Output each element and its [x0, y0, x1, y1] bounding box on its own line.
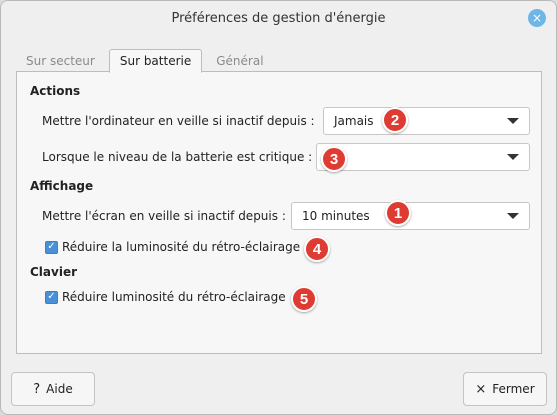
close-button-label: Fermer [492, 382, 535, 396]
close-icon: × [475, 381, 487, 397]
annotation-badge-2: 2 [382, 107, 408, 133]
checkmark-icon: ✓ [47, 291, 56, 302]
chevron-down-icon [507, 154, 519, 160]
tab-label: Sur batterie [119, 54, 192, 68]
close-button[interactable]: × Fermer [463, 372, 547, 406]
title-bar: Préférences de gestion d'énergie × [1, 1, 556, 35]
tab-sur-batterie[interactable]: Sur batterie [108, 49, 203, 73]
reduce-brightness-checkbox-row[interactable]: ✓ Réduire la luminosité du rétro-éclaira… [45, 240, 300, 254]
tab-label: Sur secteur [26, 54, 95, 68]
battery-critical-label: Lorsque le niveau de la batterie est cri… [42, 150, 313, 164]
battery-critical-dropdown[interactable] [316, 143, 530, 171]
annotation-badge-4: 4 [304, 236, 330, 262]
reduce-backlight-label: Réduire luminosité du rétro-éclairage [62, 290, 286, 304]
annotation-badge-1: 1 [385, 200, 411, 226]
reduce-brightness-label: Réduire la luminosité du rétro-éclairage [62, 240, 301, 254]
sleep-inactive-dropdown[interactable]: Jamais [323, 107, 530, 135]
battery-settings-panel: Actions Mettre l'ordinateur en veille si… [16, 71, 542, 354]
sleep-inactive-value: Jamais [334, 114, 374, 128]
power-preferences-window: Préférences de gestion d'énergie × Sur s… [0, 0, 557, 415]
help-button[interactable]: ? Aide [11, 372, 95, 406]
reduce-brightness-checkbox[interactable]: ✓ [45, 240, 58, 254]
annotation-badge-3: 3 [321, 146, 347, 172]
chevron-down-icon [507, 118, 519, 124]
annotation-badge-5: 5 [291, 286, 317, 312]
tab-general[interactable]: Général [206, 50, 273, 72]
tab-label: Général [216, 54, 264, 68]
section-title-display: Affichage [30, 179, 94, 193]
help-button-label: Aide [46, 382, 73, 396]
window-close-button[interactable]: × [528, 9, 546, 27]
reduce-backlight-checkbox-row[interactable]: ✓ Réduire luminosité du rétro-éclairage [45, 290, 286, 304]
window-title: Préférences de gestion d'énergie [171, 10, 386, 26]
chevron-down-icon [507, 213, 519, 219]
tab-sur-secteur[interactable]: Sur secteur [16, 50, 105, 72]
reduce-backlight-checkbox[interactable]: ✓ [45, 290, 58, 304]
section-title-actions: Actions [30, 84, 81, 98]
sleep-inactive-label: Mettre l'ordinateur en veille si inactif… [42, 114, 315, 128]
screen-sleep-label: Mettre l'écran en veille si inactif depu… [42, 209, 286, 223]
tab-bar: Sur secteur Sur batterie Général [16, 48, 278, 73]
checkmark-icon: ✓ [47, 241, 56, 252]
screen-sleep-value: 10 minutes [302, 209, 370, 223]
question-icon: ? [33, 381, 41, 397]
close-icon: × [531, 11, 543, 25]
section-title-keyboard: Clavier [30, 265, 78, 279]
